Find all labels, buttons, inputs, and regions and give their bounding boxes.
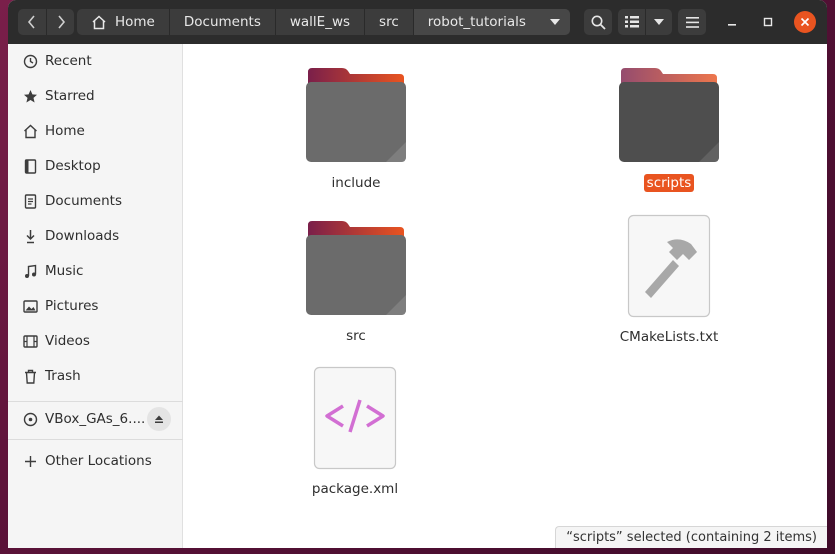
breadcrumb-robot-tutorials[interactable]: robot_tutorials (413, 9, 540, 35)
video-icon (22, 333, 38, 349)
breadcrumb-home[interactable]: Home (77, 9, 170, 35)
sidebar-item-label: Documents (45, 193, 122, 209)
eject-icon (155, 415, 163, 423)
folder-icon (306, 221, 406, 315)
breadcrumb-label: Documents (183, 14, 261, 30)
breadcrumb-label: src (379, 14, 399, 30)
chevron-left-icon (27, 15, 35, 29)
sidebar-item-label: Trash (45, 368, 81, 384)
sidebar-item-pictures[interactable]: Pictures (8, 289, 183, 323)
file-name: include (331, 175, 381, 191)
sidebar-item-label: Videos (45, 333, 90, 349)
sidebar-item-device[interactable]: VBox_GAs_6.... (8, 402, 183, 436)
sidebar-item-label: Desktop (45, 158, 101, 174)
sidebar-item-documents[interactable]: Documents (8, 184, 183, 218)
forward-button[interactable] (46, 9, 74, 35)
caret-down-icon (549, 19, 560, 25)
sidebar-item-label: Home (45, 123, 85, 139)
home-icon (91, 14, 107, 30)
eject-button[interactable] (147, 407, 171, 431)
download-icon (22, 228, 38, 244)
sidebar-item-label: VBox_GAs_6.... (45, 411, 146, 427)
sidebar-item-label: Music (45, 263, 84, 279)
sidebar-item-music[interactable]: Music (8, 254, 183, 288)
list-view-icon (624, 16, 639, 28)
maximize-icon (763, 17, 773, 27)
file-item-scripts[interactable]: scripts (604, 66, 734, 192)
status-text: “scripts” selected (containing 2 items) (566, 530, 817, 545)
back-button[interactable] (18, 9, 46, 35)
sidebar-item-label: Recent (45, 53, 92, 69)
search-button[interactable] (584, 9, 612, 35)
file-name: src (346, 328, 366, 344)
home-icon (22, 123, 38, 139)
folder-icon (619, 68, 719, 162)
file-manager-window: Home Documents wallE_ws src robot_tutori… (8, 0, 827, 548)
breadcrumb-src[interactable]: src (365, 9, 414, 35)
minimize-button[interactable] (721, 11, 743, 33)
breadcrumb-wallE-ws[interactable]: wallE_ws (276, 9, 366, 35)
sidebar-item-label: Downloads (45, 228, 120, 244)
breadcrumb-label: Home (115, 14, 155, 30)
list-view-button[interactable] (618, 9, 645, 35)
breadcrumb-menu-button[interactable] (539, 9, 570, 35)
close-button[interactable] (794, 11, 816, 33)
hamburger-icon (685, 16, 699, 28)
folder-icon (306, 68, 406, 162)
picture-icon (22, 298, 38, 314)
disc-icon (22, 411, 38, 427)
main-menu-button[interactable] (678, 9, 706, 35)
desktop-icon (22, 158, 38, 174)
sidebar-divider (8, 439, 183, 440)
sidebar-item-label: Pictures (45, 298, 99, 314)
breadcrumb: Home Documents wallE_ws src robot_tutori… (77, 9, 570, 35)
header-bar: Home Documents wallE_ws src robot_tutori… (8, 0, 827, 44)
file-item-cmakelists[interactable]: CMakeLists.txt (604, 214, 734, 346)
maximize-button[interactable] (757, 11, 779, 33)
breadcrumb-label: robot_tutorials (427, 14, 526, 30)
sidebar-item-videos[interactable]: Videos (8, 324, 183, 358)
sidebar: Recent Starred Home Desktop Documents Do… (8, 44, 183, 548)
navigation-buttons (18, 9, 74, 35)
star-icon (22, 88, 38, 104)
trash-icon (22, 368, 38, 384)
search-icon (591, 15, 606, 30)
file-name: package.xml (311, 481, 399, 497)
hammer-file-icon (627, 214, 711, 318)
sidebar-item-downloads[interactable]: Downloads (8, 219, 183, 253)
breadcrumb-documents[interactable]: Documents (170, 9, 276, 35)
sidebar-item-recent[interactable]: Recent (8, 44, 183, 78)
file-item-include[interactable]: include (291, 66, 421, 192)
close-icon (800, 17, 810, 27)
code-file-icon (313, 366, 397, 470)
plus-icon (22, 453, 38, 469)
file-item-package-xml[interactable]: package.xml (290, 366, 420, 498)
sidebar-item-other-locations[interactable]: Other Locations (8, 444, 183, 478)
document-icon (22, 193, 38, 209)
view-options-button[interactable] (645, 9, 672, 35)
file-name: CMakeLists.txt (619, 329, 719, 345)
sidebar-item-trash[interactable]: Trash (8, 359, 183, 393)
status-bar: “scripts” selected (containing 2 items) (555, 526, 827, 548)
clock-icon (22, 53, 38, 69)
sidebar-item-desktop[interactable]: Desktop (8, 149, 183, 183)
view-toggle-group (618, 9, 672, 35)
file-view: include scripts src CMakeLists.txt packa… (183, 44, 827, 548)
file-item-src[interactable]: src (291, 219, 421, 345)
sidebar-item-starred[interactable]: Starred (8, 79, 183, 113)
minimize-icon (728, 24, 736, 26)
sidebar-item-label: Other Locations (45, 453, 152, 469)
sidebar-item-home[interactable]: Home (8, 114, 183, 148)
chevron-right-icon (57, 15, 65, 29)
caret-down-icon (654, 19, 664, 25)
sidebar-item-label: Starred (45, 88, 95, 104)
music-icon (22, 263, 38, 279)
breadcrumb-label: wallE_ws (289, 14, 351, 30)
file-name: scripts (643, 174, 695, 192)
